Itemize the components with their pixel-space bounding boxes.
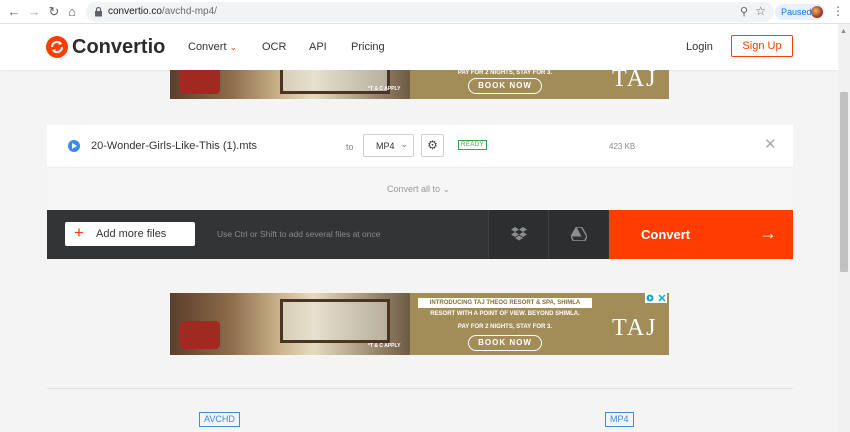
forward-icon[interactable]: → xyxy=(26,4,42,20)
lock-icon xyxy=(95,6,102,17)
nav-convert[interactable]: Convert ⌄ xyxy=(188,40,237,54)
ad-photo xyxy=(170,70,410,99)
logo-icon xyxy=(46,36,68,58)
address-bar[interactable]: convertio.co/avchd-mp4/ ⚲ ☆ xyxy=(86,2,774,22)
nav-api[interactable]: API xyxy=(309,40,327,54)
google-drive-icon xyxy=(571,227,587,241)
multi-select-hint: Use Ctrl or Shift to add several files a… xyxy=(217,229,381,239)
close-icon[interactable]: ✕ xyxy=(764,137,777,153)
zoom-icon[interactable]: ⚲ xyxy=(740,5,748,18)
reload-icon[interactable]: ↻ xyxy=(46,4,62,20)
ad-chair xyxy=(180,70,220,94)
nav-convert-label: Convert xyxy=(188,41,227,53)
divider xyxy=(47,388,793,389)
convert-all-dropdown[interactable]: Convert all to ⌄ xyxy=(387,183,450,196)
format-select[interactable]: MP4 ⌄ xyxy=(363,134,414,157)
ad-chair xyxy=(180,321,220,349)
signup-button[interactable]: Sign Up xyxy=(731,35,793,57)
nav-ocr[interactable]: OCR xyxy=(262,40,286,54)
convert-label: Convert xyxy=(641,227,691,242)
ad-brand: TAJ xyxy=(612,315,658,341)
back-icon[interactable]: ← xyxy=(6,4,22,20)
chevron-down-icon: ⌄ xyxy=(400,139,408,149)
google-drive-button[interactable] xyxy=(548,210,608,259)
file-name: 20-Wonder-Girls-Like-This (1).mts xyxy=(91,140,258,152)
scrollbar[interactable]: ▲ xyxy=(838,24,850,432)
login-link[interactable]: Login xyxy=(686,40,713,54)
scrollbar-thumb[interactable] xyxy=(840,92,848,272)
action-bar: + Add more files Use Ctrl or Shift to ad… xyxy=(47,210,793,259)
profile-status: Paused xyxy=(781,7,812,17)
target-format-tag[interactable]: MP4 xyxy=(605,412,634,427)
menu-icon[interactable]: ⋮ xyxy=(832,4,844,18)
plus-icon: + xyxy=(74,223,84,242)
play-icon[interactable] xyxy=(68,140,80,152)
ad-window xyxy=(280,299,390,343)
dropbox-icon xyxy=(511,227,527,241)
ad-terms: *T & C APPLY xyxy=(368,86,401,92)
chevron-down-icon: ⌄ xyxy=(443,185,450,194)
home-icon[interactable]: ⌂ xyxy=(64,4,80,20)
chevron-down-icon: ⌄ xyxy=(229,42,238,52)
ad-brand: TAJ xyxy=(612,70,658,92)
file-row: 20-Wonder-Girls-Like-This (1).mts to MP4… xyxy=(47,125,793,167)
ad-banner-top[interactable]: *T & C APPLY PAY FOR 2 NIGHTS, STAY FOR … xyxy=(170,70,669,99)
status-badge: READY xyxy=(458,140,488,150)
gear-icon[interactable]: ⚙ xyxy=(421,134,444,157)
ad-book-button[interactable]: BOOK NOW xyxy=(468,335,542,351)
dropbox-button[interactable] xyxy=(488,210,548,259)
browser-toolbar: ← → ↻ ⌂ convertio.co/avchd-mp4/ ⚲ ☆ Paus… xyxy=(0,0,850,24)
star-icon[interactable]: ☆ xyxy=(755,4,766,18)
format-value: MP4 xyxy=(376,141,395,151)
arrow-right-icon: → xyxy=(759,223,777,243)
source-format-tag[interactable]: AVCHD xyxy=(199,412,240,427)
url-host: convertio.co xyxy=(108,6,162,17)
adchoices-icon[interactable] xyxy=(645,293,667,303)
url-text: convertio.co/avchd-mp4/ xyxy=(108,5,217,19)
url-path: /avchd-mp4/ xyxy=(161,6,217,17)
ad-title: INTRODUCING TAJ THEOG RESORT & SPA, SHIM… xyxy=(418,298,592,308)
scroll-up-icon[interactable]: ▲ xyxy=(840,28,847,35)
ad-offer: PAY FOR 2 NIGHTS, STAY FOR 3. xyxy=(457,324,553,330)
ad-offer: PAY FOR 2 NIGHTS, STAY FOR 3. xyxy=(457,70,553,76)
nav-pricing[interactable]: Pricing xyxy=(351,40,385,54)
ad-banner[interactable]: *T & C APPLY INTRODUCING TAJ THEOG RESOR… xyxy=(170,293,669,355)
ad-terms: *T & C APPLY xyxy=(368,343,401,349)
add-more-files-label: Add more files xyxy=(96,228,167,240)
ad-book-button[interactable]: BOOK NOW xyxy=(468,78,542,94)
add-more-files-button[interactable]: + Add more files xyxy=(65,222,195,246)
to-label: to xyxy=(346,142,354,152)
convert-button[interactable]: Convert → xyxy=(609,210,793,259)
convert-all-bar: Convert all to ⌄ xyxy=(47,167,793,210)
profile-button[interactable]: Paused xyxy=(775,4,825,20)
ad-tagline: RESORT WITH A POINT OF VIEW. BEYOND SHIM… xyxy=(430,311,580,317)
logo-text: Convertio xyxy=(72,36,166,58)
site-header: Convertio Convert ⌄ OCR API Pricing Login… xyxy=(0,24,838,70)
avatar xyxy=(811,6,823,18)
convert-all-label: Convert all to xyxy=(387,184,441,194)
file-size: 423 KB xyxy=(609,142,636,151)
